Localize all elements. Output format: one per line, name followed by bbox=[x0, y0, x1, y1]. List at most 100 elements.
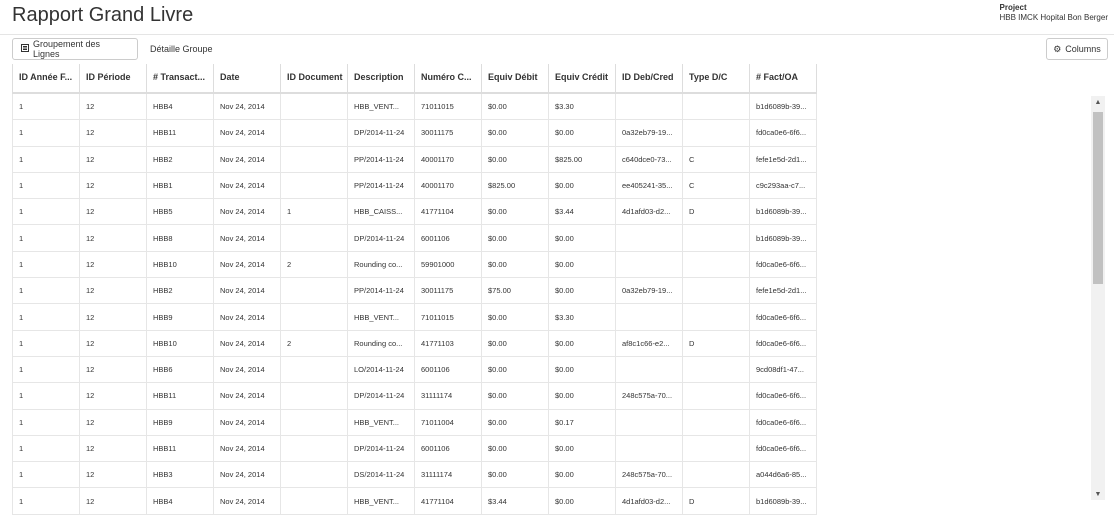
table-cell: 1 bbox=[12, 462, 80, 489]
table-cell: fd0ca0e6-6f6... bbox=[750, 383, 817, 410]
table-cell: 41771103 bbox=[415, 330, 482, 357]
table-cell: $0.00 bbox=[549, 435, 616, 463]
table-cell: $0.00 bbox=[549, 251, 616, 279]
table-cell: Nov 24, 2014 bbox=[214, 330, 281, 357]
columns-label: Columns bbox=[1065, 44, 1101, 54]
table-cell bbox=[281, 356, 348, 384]
column-header[interactable]: ID Deb/Cred bbox=[616, 64, 683, 92]
table-cell: 6001106 bbox=[415, 225, 482, 252]
table-cell bbox=[683, 94, 750, 121]
table-cell: 30011175 bbox=[415, 278, 482, 305]
table-cell: $0.00 bbox=[482, 330, 549, 357]
header-divider bbox=[0, 34, 1114, 35]
table-row[interactable]: 1 12 HBB4 Nov 24, 2014 HBB_VENT... 71011015 $0… bbox=[12, 94, 1089, 121]
table-cell: $0.00 bbox=[482, 462, 549, 489]
column-header[interactable]: Date bbox=[214, 64, 281, 92]
table-cell: Rounding co... bbox=[348, 251, 415, 279]
table-row[interactable]: 1 12 HBB8 Nov 24, 2014 DP/2014-11-24 6001106 $… bbox=[12, 225, 1089, 252]
project-value: HBB IMCK Hopital Bon Berger bbox=[999, 13, 1109, 22]
table-cell: 12 bbox=[80, 225, 147, 252]
table-cell: D bbox=[683, 199, 750, 226]
column-header[interactable]: Description bbox=[348, 64, 415, 92]
table-cell bbox=[281, 146, 348, 173]
table-cell: Rounding co... bbox=[348, 330, 415, 357]
table-cell: 12 bbox=[80, 199, 147, 226]
table-cell: $0.00 bbox=[482, 146, 549, 173]
table-cell: fefe1e5d-2d1... bbox=[750, 146, 817, 173]
table-row[interactable]: 1 12 HBB4 Nov 24, 2014 HBB_VENT... 41771104 $3… bbox=[12, 488, 1089, 515]
table-cell bbox=[683, 435, 750, 463]
arrow-up-icon[interactable]: ▲ bbox=[1091, 96, 1105, 108]
vertical-scrollbar[interactable]: ▲ ▼ bbox=[1091, 96, 1105, 500]
table-cell: 248c575a-70... bbox=[616, 383, 683, 410]
table-cell: 6001106 bbox=[415, 435, 482, 463]
table-row[interactable]: 1 12 HBB9 Nov 24, 2014 HBB_VENT... 71011015 $0… bbox=[12, 304, 1089, 331]
table-cell: b1d6089b-39... bbox=[750, 488, 817, 515]
table-cell: 12 bbox=[80, 383, 147, 410]
table-cell: fd0ca0e6-6f6... bbox=[750, 251, 817, 279]
table-cell bbox=[281, 383, 348, 410]
column-header[interactable]: Type D/C bbox=[683, 64, 750, 92]
table-cell: $0.00 bbox=[482, 120, 549, 147]
table-cell: $0.00 bbox=[482, 356, 549, 384]
table-cell: $0.00 bbox=[482, 435, 549, 463]
table-row[interactable]: 1 12 HBB10 Nov 24, 2014 2 Rounding co... 41771… bbox=[12, 330, 1089, 357]
table-cell: $0.00 bbox=[482, 304, 549, 331]
table-cell: $0.00 bbox=[482, 251, 549, 279]
table-row[interactable]: 1 12 HBB5 Nov 24, 2014 1 HBB_CAISS... 41771104… bbox=[12, 199, 1089, 226]
table-cell: $825.00 bbox=[549, 146, 616, 173]
column-header[interactable]: Numéro C... bbox=[415, 64, 482, 92]
table-cell: Nov 24, 2014 bbox=[214, 120, 281, 147]
table-cell: 12 bbox=[80, 304, 147, 331]
group-lines-button[interactable]: Groupement des Lignes bbox=[12, 38, 138, 60]
grid-body: 1 12 HBB4 Nov 24, 2014 HBB_VENT... 71011015 $0… bbox=[12, 94, 1089, 519]
table-row[interactable]: 1 12 HBB11 Nov 24, 2014 DP/2014-11-24 3001117… bbox=[12, 120, 1089, 147]
table-cell: Nov 24, 2014 bbox=[214, 225, 281, 252]
scrollbar-thumb[interactable] bbox=[1093, 112, 1103, 284]
table-cell: 12 bbox=[80, 330, 147, 357]
column-header[interactable]: # Fact/OA bbox=[750, 64, 817, 92]
columns-button[interactable]: ⚙ Columns bbox=[1046, 38, 1108, 60]
group-detail-button[interactable]: Détaille Groupe bbox=[146, 38, 217, 60]
table-cell: Nov 24, 2014 bbox=[214, 94, 281, 121]
table-row[interactable]: 1 12 HBB2 Nov 24, 2014 PP/2014-11-24 40001170… bbox=[12, 146, 1089, 173]
table-cell: 0a32eb79-19... bbox=[616, 120, 683, 147]
column-header[interactable]: # Transact... bbox=[147, 64, 214, 92]
column-header[interactable]: ID Document bbox=[281, 64, 348, 92]
table-cell: HBB4 bbox=[147, 488, 214, 515]
table-cell: $0.00 bbox=[549, 330, 616, 357]
column-header[interactable]: ID Période bbox=[80, 64, 147, 92]
arrow-down-icon[interactable]: ▼ bbox=[1091, 488, 1105, 500]
table-cell: b1d6089b-39... bbox=[750, 94, 817, 121]
table-cell: $0.00 bbox=[549, 383, 616, 410]
table-cell bbox=[616, 435, 683, 463]
table-cell: 12 bbox=[80, 462, 147, 489]
column-header[interactable]: Equiv Débit bbox=[482, 64, 549, 92]
table-cell: PP/2014-11-24 bbox=[348, 172, 415, 200]
table-cell: 12 bbox=[80, 278, 147, 305]
table-row[interactable]: 1 12 HBB11 Nov 24, 2014 DP/2014-11-24 3111117… bbox=[12, 383, 1089, 410]
table-row[interactable]: 1 12 HBB2 Nov 24, 2014 PP/2014-11-24 30011175… bbox=[12, 278, 1089, 305]
table-cell bbox=[281, 304, 348, 331]
table-cell: LO/2014-11-24 bbox=[348, 356, 415, 384]
table-row[interactable]: 1 12 HBB6 Nov 24, 2014 LO/2014-11-24 6001106 $… bbox=[12, 356, 1089, 384]
table-row[interactable]: 1 12 HBB1 Nov 24, 2014 PP/2014-11-24 40001170… bbox=[12, 172, 1089, 200]
table-cell: 248c575a-70... bbox=[616, 462, 683, 489]
gear-icon: ⚙ bbox=[1053, 43, 1062, 54]
table-cell bbox=[683, 120, 750, 147]
group-lines-label: Groupement des Lignes bbox=[33, 39, 101, 59]
table-row[interactable]: 1 12 HBB3 Nov 24, 2014 DS/2014-11-24 31111174… bbox=[12, 462, 1089, 489]
table-cell: $0.00 bbox=[482, 409, 549, 436]
table-row[interactable]: 1 12 HBB9 Nov 24, 2014 HBB_VENT... 71011004 $0… bbox=[12, 409, 1089, 436]
table-cell: $3.44 bbox=[482, 488, 549, 515]
table-cell: HBB11 bbox=[147, 435, 214, 463]
table-cell: 40001170 bbox=[415, 146, 482, 173]
column-header[interactable]: Equiv Crédit bbox=[549, 64, 616, 92]
table-cell: fefe1e5d-2d1... bbox=[750, 278, 817, 305]
column-header[interactable]: ID Année F... bbox=[12, 64, 80, 92]
table-cell: DP/2014-11-24 bbox=[348, 120, 415, 147]
table-cell: HBB11 bbox=[147, 120, 214, 147]
table-row[interactable]: 1 12 HBB11 Nov 24, 2014 DP/2014-11-24 6001106… bbox=[12, 435, 1089, 463]
table-row[interactable]: 1 12 HBB10 Nov 24, 2014 2 Rounding co... 59901… bbox=[12, 251, 1089, 279]
table-cell: Nov 24, 2014 bbox=[214, 304, 281, 331]
